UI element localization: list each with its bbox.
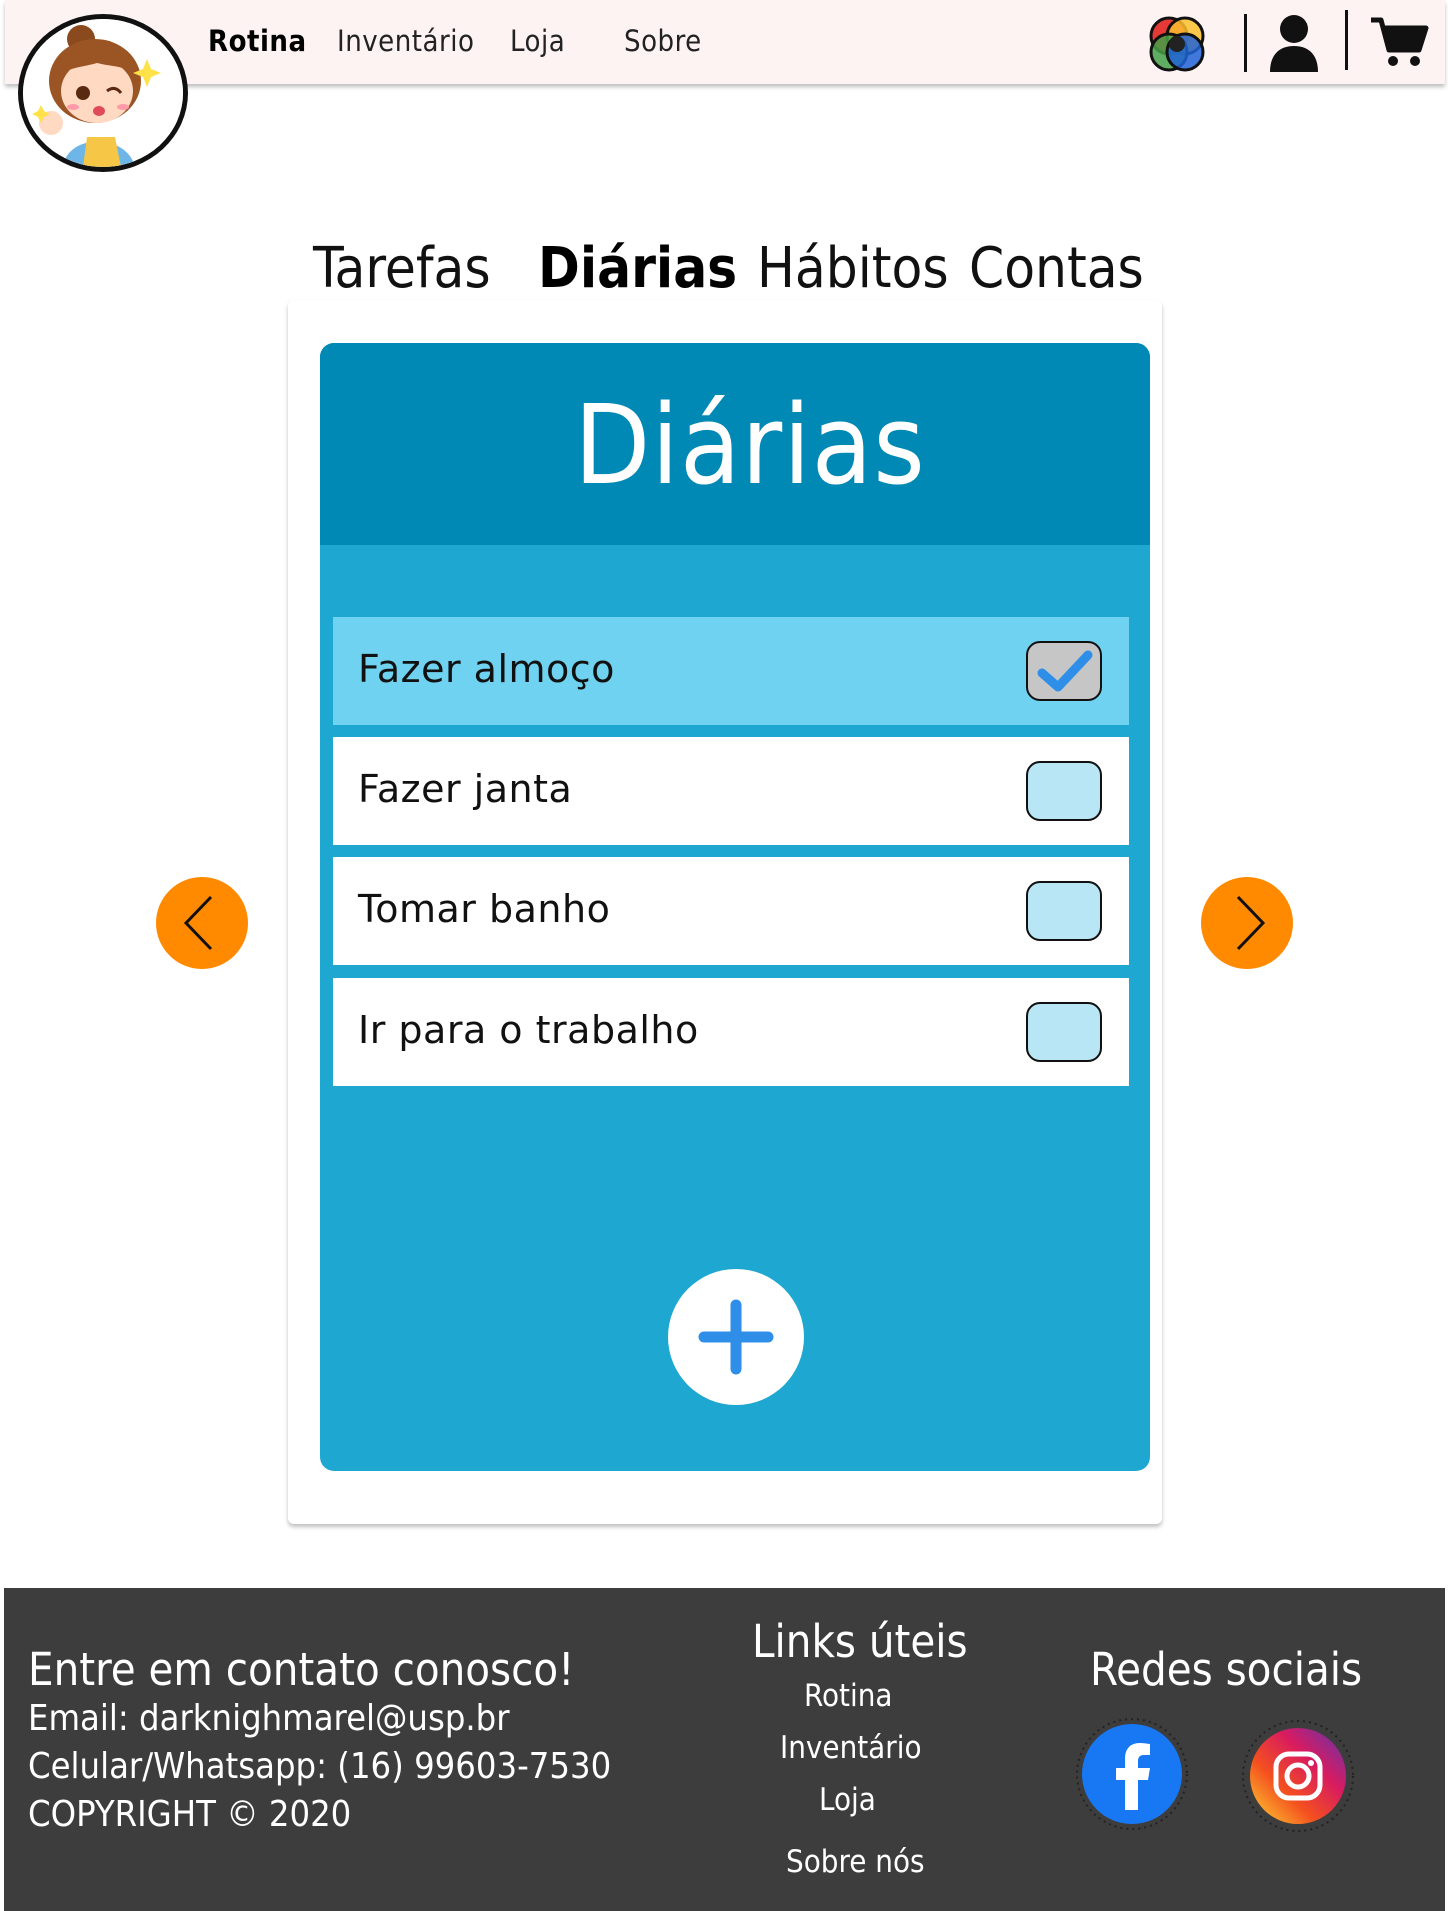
tab-diarias[interactable]: Diárias [538, 236, 737, 301]
card-header: Diárias [320, 343, 1150, 545]
card-title: Diárias [574, 381, 926, 509]
contact-email: Email: darknighmarel@usp.br [28, 1698, 510, 1739]
task-checkbox[interactable] [1026, 881, 1102, 941]
cart-icon[interactable] [1369, 16, 1429, 72]
dailies-card: Diárias Fazer almoço Fazer janta Tomar b… [320, 343, 1150, 1471]
chevron-right-icon [1236, 895, 1266, 951]
task-label: Fazer janta [358, 767, 573, 811]
nav-link-rotina[interactable]: Rotina [208, 24, 307, 58]
chevron-left-icon [183, 895, 213, 951]
footer-link-loja[interactable]: Loja [819, 1782, 876, 1818]
next-arrow-button[interactable] [1201, 877, 1293, 969]
tab-tarefas[interactable]: Tarefas [313, 236, 491, 301]
copyright: COPYRIGHT © 2020 [28, 1794, 352, 1835]
contact-phone: Celular/Whatsapp: (16) 99603-7530 [28, 1746, 612, 1787]
task-checkbox[interactable] [1026, 641, 1102, 701]
footer-link-inventario[interactable]: Inventário [780, 1730, 922, 1766]
color-palette-icon[interactable] [1145, 14, 1209, 80]
social-title: Redes sociais [1090, 1643, 1363, 1696]
facebook-icon[interactable] [1076, 1718, 1188, 1830]
task-item[interactable]: Fazer almoço [333, 617, 1129, 725]
instagram-icon[interactable] [1242, 1720, 1354, 1832]
task-label: Tomar banho [358, 887, 611, 931]
logo-avatar[interactable] [18, 14, 188, 172]
tab-habitos[interactable]: Hábitos [757, 236, 949, 301]
task-checkbox[interactable] [1026, 761, 1102, 821]
tab-contas[interactable]: Contas [969, 236, 1144, 301]
plus-icon [698, 1299, 774, 1375]
task-checkbox[interactable] [1026, 1002, 1102, 1062]
task-item[interactable]: Tomar banho [333, 857, 1129, 965]
nav-divider [1244, 14, 1247, 72]
contact-title: Entre em contato conosco! [28, 1643, 575, 1696]
top-navbar: Rotina Inventário Loja Sobre [5, 0, 1445, 84]
nav-link-sobre[interactable]: Sobre [624, 24, 702, 58]
links-title: Links úteis [752, 1615, 968, 1668]
footer: Entre em contato conosco! Email: darknig… [4, 1588, 1445, 1911]
prev-arrow-button[interactable] [156, 877, 248, 969]
nav-divider [1345, 10, 1348, 70]
nav-link-loja[interactable]: Loja [510, 24, 565, 58]
checkmark-icon [1037, 650, 1093, 692]
task-item[interactable]: Fazer janta [333, 737, 1129, 845]
footer-link-rotina[interactable]: Rotina [804, 1678, 893, 1714]
task-item[interactable]: Ir para o trabalho [333, 978, 1129, 1086]
add-task-button[interactable] [668, 1269, 804, 1405]
footer-link-sobre-nos[interactable]: Sobre nós [786, 1844, 925, 1880]
nav-link-inventario[interactable]: Inventário [337, 24, 474, 58]
task-label: Fazer almoço [358, 647, 615, 691]
task-label: Ir para o trabalho [358, 1008, 699, 1052]
user-icon[interactable] [1268, 14, 1320, 78]
